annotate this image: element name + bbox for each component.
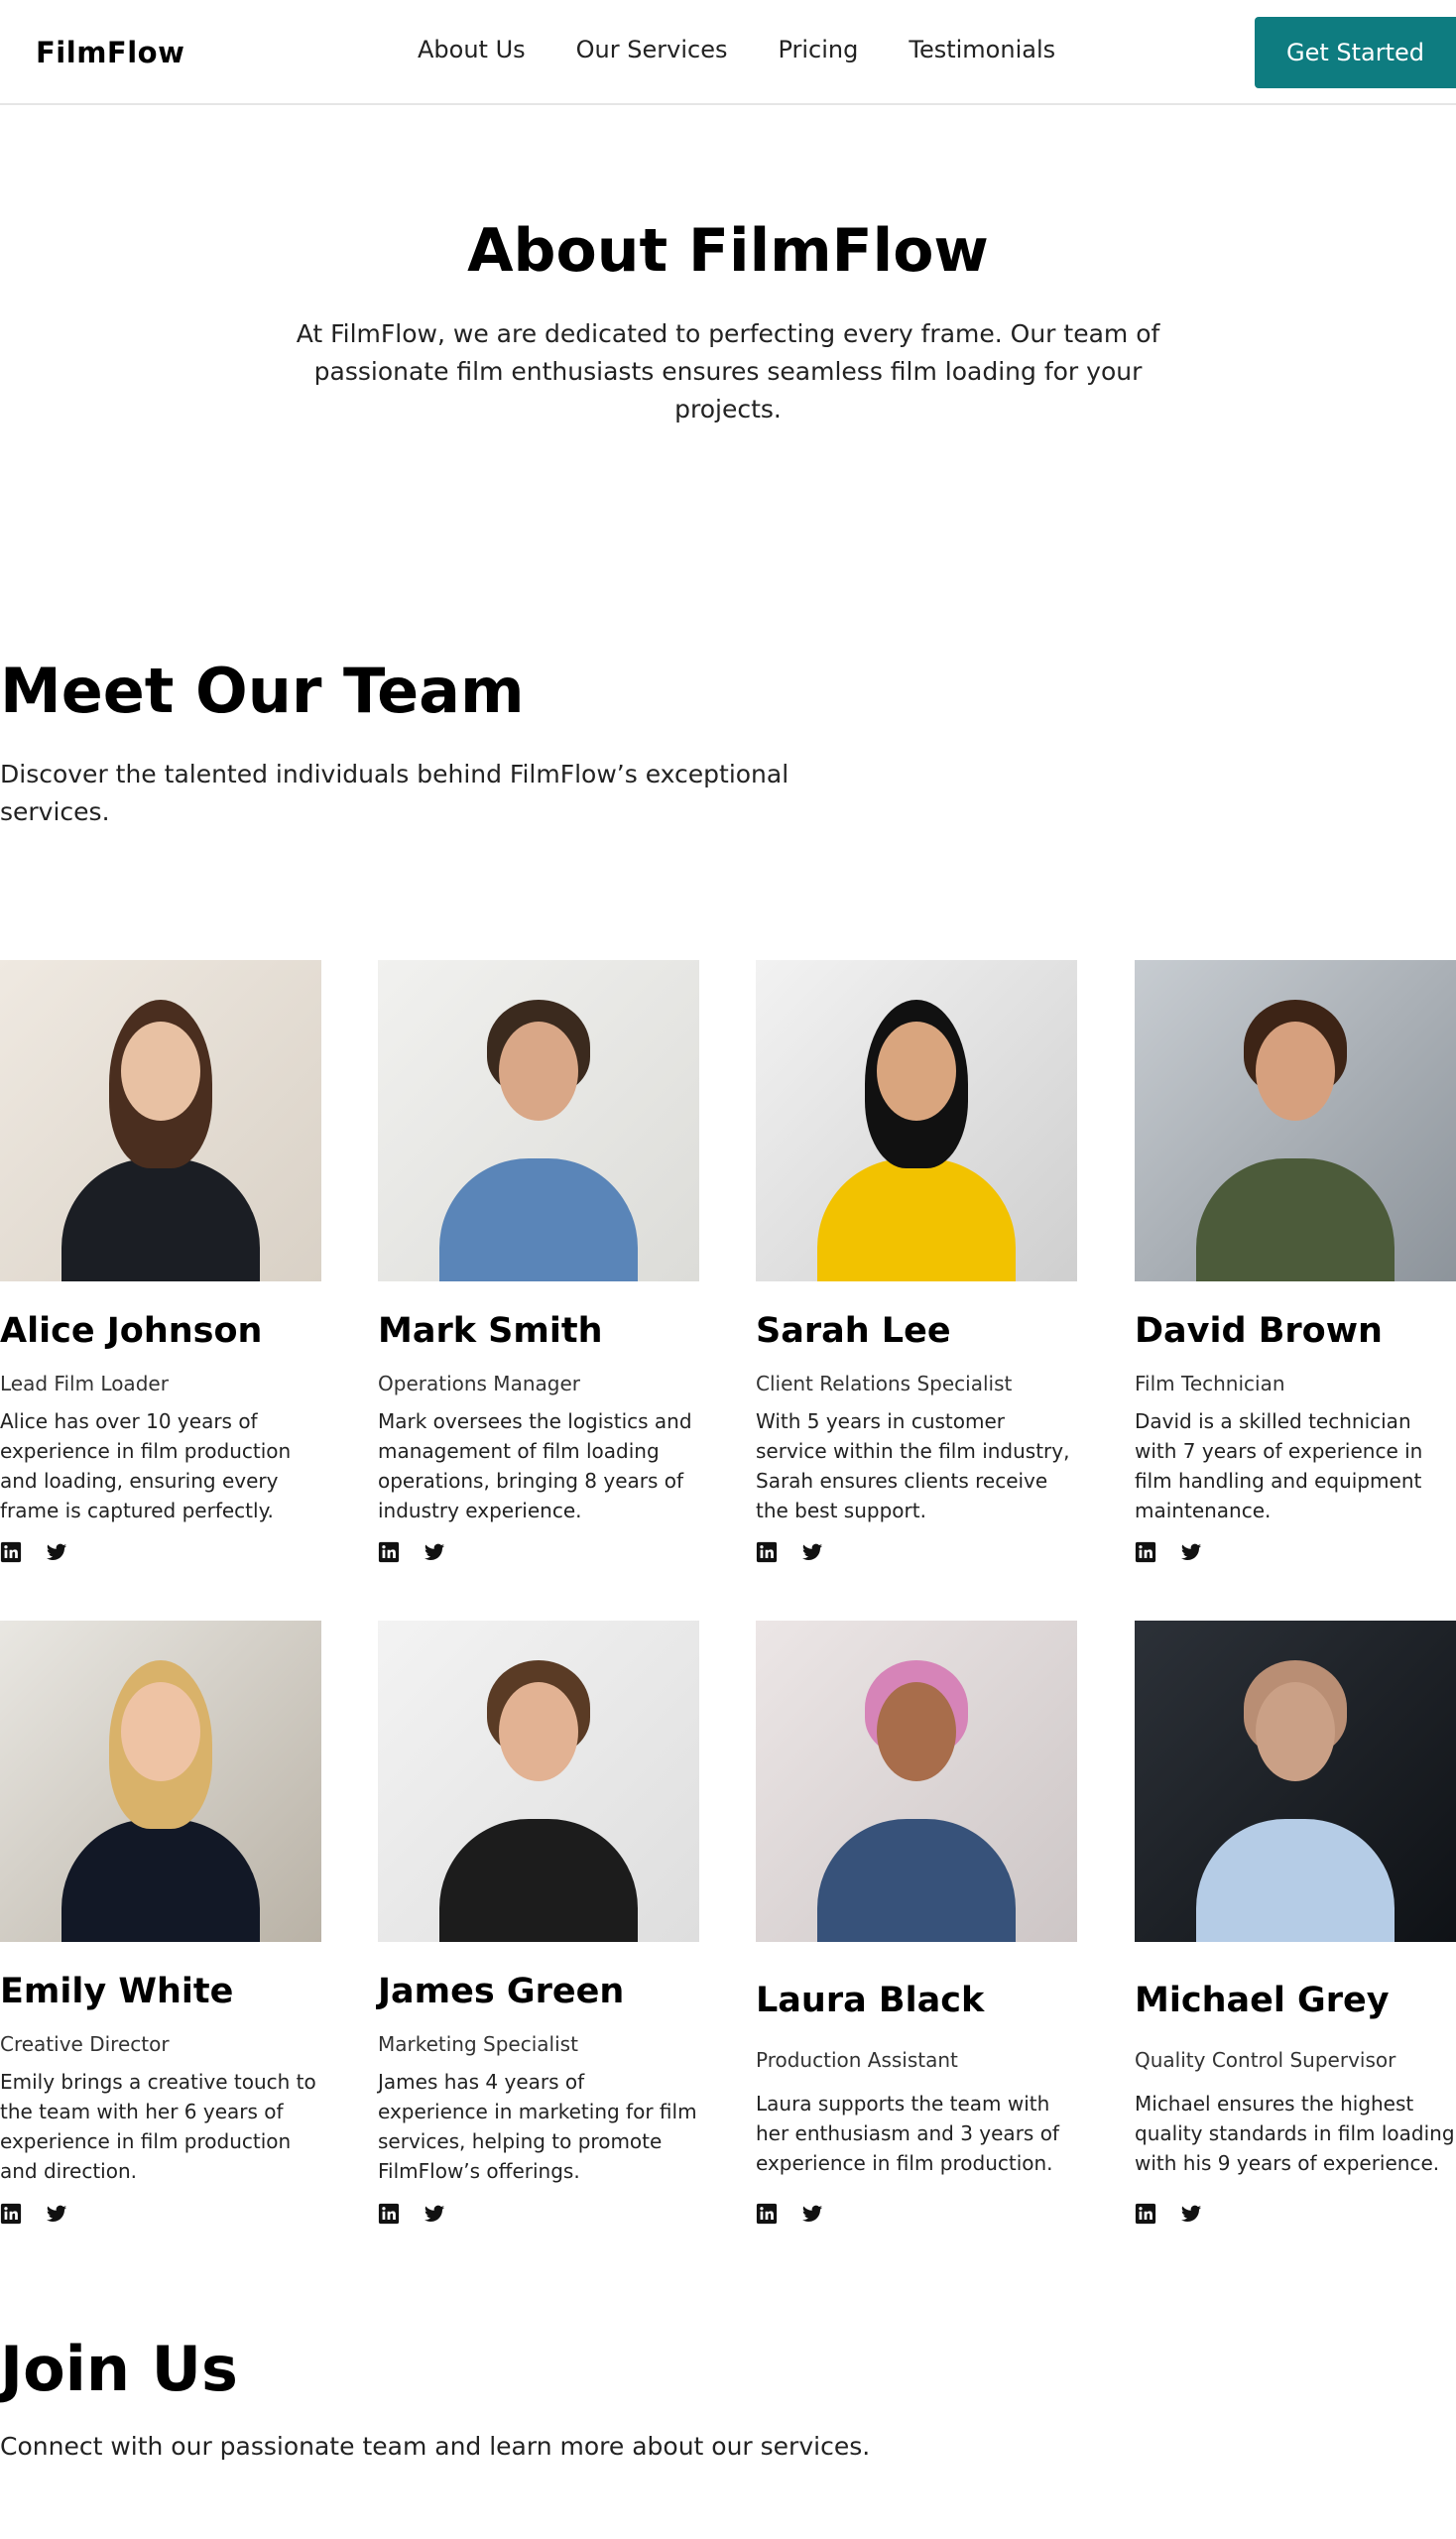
team-member-bio: James has 4 years of experience in marke… <box>378 2070 697 2183</box>
nav-link-pricing[interactable]: Pricing <box>778 36 858 63</box>
team-member-role: Film Technician <box>1135 1372 1285 1395</box>
team-member-socials <box>756 2203 847 2225</box>
team-member-photo <box>756 960 1077 1281</box>
twitter-icon[interactable] <box>46 1541 67 1563</box>
team-member-bio: Mark oversees the logistics and manageme… <box>378 1409 692 1522</box>
team-member-bio: David is a skilled technician with 7 yea… <box>1135 1409 1423 1522</box>
brand-logo[interactable]: FilmFlow <box>36 36 184 69</box>
team-member-photo <box>378 1621 699 1942</box>
team-member-photo <box>756 1621 1077 1942</box>
nav-link-about-us[interactable]: About Us <box>418 36 526 63</box>
twitter-icon[interactable] <box>801 2203 823 2225</box>
team-member-role: Marketing Specialist <box>378 2032 578 2056</box>
about-title: About FilmFlow <box>467 216 989 286</box>
linkedin-icon[interactable] <box>0 2203 22 2225</box>
twitter-icon[interactable] <box>46 2203 67 2225</box>
team-member-role: Lead Film Loader <box>0 1372 169 1395</box>
linkedin-icon[interactable] <box>1135 1541 1156 1563</box>
team-member-photo <box>1135 960 1456 1281</box>
team-member-bio: Emily brings a creative touch to the tea… <box>0 2070 316 2183</box>
team-member-name: Michael Grey <box>1135 1981 1390 2020</box>
twitter-icon[interactable] <box>1180 1541 1202 1563</box>
team-member-role: Quality Control Supervisor <box>1135 2048 1396 2072</box>
team-member-name: Mark Smith <box>378 1311 603 1351</box>
team-member-role: Creative Director <box>0 2032 170 2056</box>
team-member-photo <box>1135 1621 1456 1942</box>
twitter-icon[interactable] <box>424 2203 445 2225</box>
team-member-role: Operations Manager <box>378 1372 580 1395</box>
linkedin-icon[interactable] <box>0 1541 22 1563</box>
team-member-role: Client Relations Specialist <box>756 1372 1013 1395</box>
linkedin-icon[interactable] <box>1135 2203 1156 2225</box>
team-member-socials <box>0 2203 91 2225</box>
team-member-bio: Michael ensures the highest quality stan… <box>1135 2092 1455 2175</box>
team-member-bio: Alice has over 10 years of experience in… <box>0 1409 292 1522</box>
join-text: Connect with our passionate team and lea… <box>0 2432 871 2461</box>
linkedin-icon[interactable] <box>378 2203 400 2225</box>
about-text: At FilmFlow, we are dedicated to perfect… <box>296 319 1160 423</box>
linkedin-icon[interactable] <box>378 1541 400 1563</box>
team-member-photo <box>0 960 321 1281</box>
team-member-role: Production Assistant <box>756 2048 958 2072</box>
twitter-icon[interactable] <box>801 1541 823 1563</box>
twitter-icon[interactable] <box>1180 2203 1202 2225</box>
team-member-name: Sarah Lee <box>756 1311 951 1351</box>
team-member-photo <box>378 960 699 1281</box>
team-member-name: Alice Johnson <box>0 1311 263 1351</box>
top-navigation: FilmFlow About Us Our Services Pricing T… <box>0 0 1456 105</box>
team-section-title: Meet Our Team <box>0 655 525 727</box>
team-member-socials <box>1135 1541 1226 1563</box>
twitter-icon[interactable] <box>424 1541 445 1563</box>
nav-links: About Us Our Services Pricing Testimonia… <box>418 36 1106 63</box>
team-member-name: Laura Black <box>756 1981 985 2020</box>
team-member-photo <box>0 1621 321 1942</box>
team-member-name: James Green <box>378 1972 625 2011</box>
team-member-bio: Laura supports the team with her enthusi… <box>756 2092 1059 2175</box>
team-section-subtitle: Discover the talented individuals behind… <box>0 760 789 826</box>
team-member-name: Emily White <box>0 1972 234 2011</box>
join-title: Join Us <box>0 2333 238 2405</box>
get-started-button[interactable]: Get Started <box>1255 17 1456 88</box>
team-member-bio: With 5 years in customer service within … <box>756 1409 1070 1522</box>
team-member-socials <box>756 1541 847 1563</box>
team-member-socials <box>378 2203 469 2225</box>
nav-link-testimonials[interactable]: Testimonials <box>909 36 1055 63</box>
linkedin-icon[interactable] <box>756 2203 778 2225</box>
team-member-socials <box>1135 2203 1226 2225</box>
team-member-name: David Brown <box>1135 1311 1383 1351</box>
nav-link-our-services[interactable]: Our Services <box>576 36 728 63</box>
team-member-socials <box>378 1541 469 1563</box>
team-member-socials <box>0 1541 91 1563</box>
linkedin-icon[interactable] <box>756 1541 778 1563</box>
